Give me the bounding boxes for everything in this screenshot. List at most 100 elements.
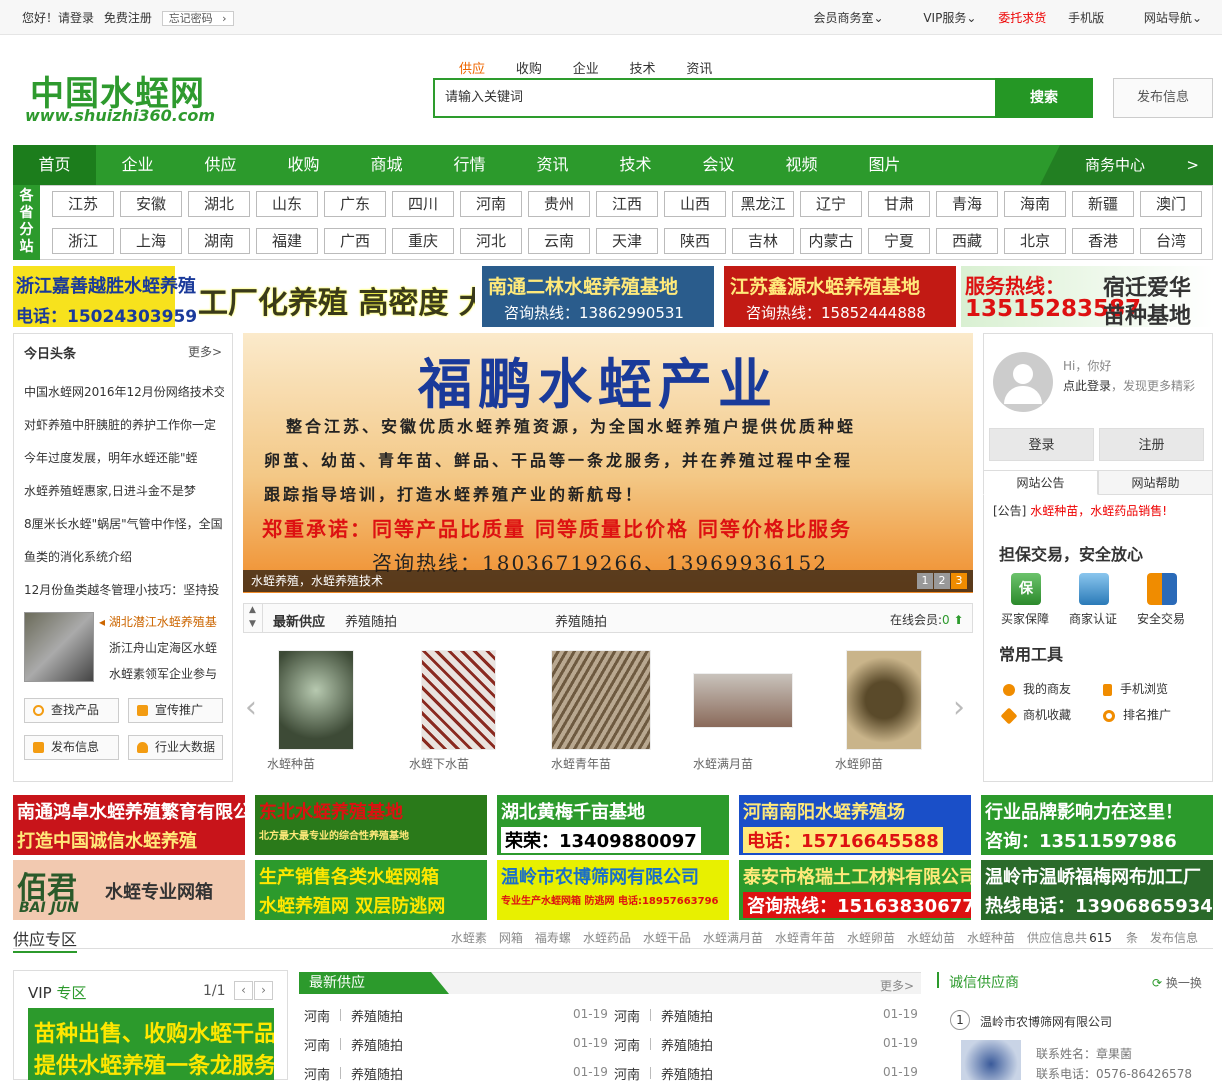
tab-help[interactable]: 网站帮助 xyxy=(1098,470,1213,495)
station-link[interactable]: 辽宁 xyxy=(800,191,862,217)
carousel-prev-icon[interactable]: ‹ xyxy=(245,690,257,725)
ad-banner[interactable]: 生产销售各类水蛭网箱 水蛭养殖网 双层防逃网 xyxy=(255,860,487,920)
news-item[interactable]: 对虾养殖中肝胰脏的养护工作你一定 xyxy=(24,416,224,433)
forgot-password-button[interactable]: 忘记密码 › xyxy=(161,11,234,26)
refresh-button[interactable]: ⟳ 换一换 xyxy=(1152,974,1202,991)
nav-supply[interactable]: 供应 xyxy=(179,145,262,185)
ad-banner[interactable]: 湖北黄梅千亩基地 荣荣：13409880097 xyxy=(497,795,729,855)
list-title[interactable]: 养殖随拍 xyxy=(351,1035,403,1054)
station-link[interactable]: 安徽 xyxy=(120,191,182,217)
ad-banner[interactable]: 佰君 水蛭专业网箱 BAI JUN xyxy=(13,860,245,920)
login-prompt-link[interactable]: 点此登录 xyxy=(1063,379,1111,393)
ad-banner-xinyuan[interactable]: 江苏鑫源水蛭养殖基地 咨询热线：15852444888 xyxy=(724,266,956,327)
nav-video[interactable]: 视频 xyxy=(760,145,843,185)
product-caption[interactable]: 水蛭种苗 xyxy=(267,755,315,772)
tab-farming-photos-2[interactable]: 养殖随拍 xyxy=(555,611,607,630)
ad-banner[interactable]: 南通鸿卓水蛭养殖繁育有限公司 打造中国诚信水蛭养殖 xyxy=(13,795,245,855)
ad-banner-jiashan[interactable]: 浙江嘉善越胜水蛭养殖 电话：15024303959 工厂化养殖 高密度 大克重 xyxy=(13,266,475,327)
station-link[interactable]: 台湾 xyxy=(1140,228,1202,254)
ad-banner[interactable]: 东北水蛭养殖基地 北方最大最专业的综合性养殖基地 xyxy=(255,795,487,855)
list-title[interactable]: 养殖随拍 xyxy=(661,1006,713,1025)
search-tab-supply[interactable]: 供应 xyxy=(459,62,485,77)
category-link[interactable]: 水蛭种苗 xyxy=(967,931,1015,945)
search-tab-company[interactable]: 企业 xyxy=(573,62,599,77)
publish-supply-link[interactable]: 发布信息 xyxy=(1150,931,1198,945)
category-link[interactable]: 水蛭满月苗 xyxy=(703,931,763,945)
category-link[interactable]: 水蛭卵苗 xyxy=(847,931,895,945)
station-link[interactable]: 河南 xyxy=(460,191,522,217)
station-link[interactable]: 上海 xyxy=(120,228,182,254)
news-item[interactable]: 8厘米长水蛭"蜗居"气管中作怪，全国 xyxy=(24,515,224,532)
product-caption[interactable]: 水蛭青年苗 xyxy=(551,755,611,772)
tab-latest-supply[interactable]: 最新供应 xyxy=(273,611,325,630)
station-link[interactable]: 福建 xyxy=(256,228,318,254)
station-link[interactable]: 天津 xyxy=(596,228,658,254)
publish-button[interactable]: 发布信息 xyxy=(1113,78,1213,118)
news-item[interactable]: 今年过度发展，明年水蛭还能"蛭 xyxy=(24,449,224,466)
category-link[interactable]: 水蛭素 xyxy=(451,931,487,945)
news-item[interactable]: 中国水蛭网2016年12月份网络技术交 xyxy=(24,383,224,400)
category-link[interactable]: 水蛭药品 xyxy=(583,931,631,945)
list-title[interactable]: 养殖随拍 xyxy=(351,1006,403,1025)
station-link[interactable]: 山东 xyxy=(256,191,318,217)
station-link[interactable]: 西藏 xyxy=(936,228,998,254)
nav-market[interactable]: 行情 xyxy=(428,145,511,185)
category-link[interactable]: 水蛭青年苗 xyxy=(775,931,835,945)
product-caption[interactable]: 水蛭卵苗 xyxy=(835,755,883,772)
scroll-arrows[interactable]: ▲ ▼ xyxy=(243,603,263,633)
product-image[interactable] xyxy=(551,650,651,750)
station-link[interactable]: 重庆 xyxy=(392,228,454,254)
category-link[interactable]: 福寿螺 xyxy=(535,931,571,945)
station-link[interactable]: 江西 xyxy=(596,191,658,217)
product-caption[interactable]: 水蛭满月苗 xyxy=(693,755,753,772)
category-link[interactable]: 水蛭干品 xyxy=(643,931,691,945)
merchant-verify-label[interactable]: 商家认证 xyxy=(1069,610,1117,627)
featured-news-image[interactable] xyxy=(24,612,94,682)
carousel-next-icon[interactable]: › xyxy=(953,690,965,725)
company-photo[interactable] xyxy=(961,1040,1021,1080)
station-link[interactable]: 广西 xyxy=(324,228,386,254)
ad-banner[interactable]: 泰安市格瑞土工材料有限公司 咨询热线：15163830677 xyxy=(739,860,971,920)
slide-dot-active[interactable]: 3 xyxy=(951,573,967,589)
latest-more-link[interactable]: 更多> xyxy=(880,977,914,994)
ad-banner[interactable]: 温岭市温峤福梅网布加工厂 热线电话：13906865934 xyxy=(981,860,1213,920)
station-link[interactable]: 陕西 xyxy=(664,228,726,254)
logo-url[interactable]: www.shuizhi360.com xyxy=(25,106,215,125)
ad-banner[interactable]: 温岭市农博筛网有限公司 专业生产水蛭网箱 防逃网 电话:18957663796 xyxy=(497,860,729,920)
ad-banner[interactable]: 河南南阳水蛭养殖场 电话：15716645588 xyxy=(739,795,971,855)
slide-dot[interactable]: 2 xyxy=(934,573,950,589)
product-caption[interactable]: 水蛭下水苗 xyxy=(409,755,469,772)
entrust-link[interactable]: 委托求货 xyxy=(998,11,1046,25)
station-link[interactable]: 山西 xyxy=(664,191,726,217)
station-link[interactable]: 贵州 xyxy=(528,191,590,217)
station-link[interactable]: 北京 xyxy=(1004,228,1066,254)
ranking-tool[interactable]: 排名推广 xyxy=(1103,706,1171,723)
search-button[interactable]: 搜索 xyxy=(995,78,1093,118)
vip-next-icon[interactable]: › xyxy=(254,981,273,1000)
station-link[interactable]: 湖北 xyxy=(188,191,250,217)
vip-service-link[interactable]: VIP服务⌄ xyxy=(905,11,976,25)
headlines-more-link[interactable]: 更多> xyxy=(188,343,222,360)
vip-prev-icon[interactable]: ‹ xyxy=(234,981,253,1000)
business-center-link[interactable]: 商务中心 > xyxy=(1040,145,1213,185)
notice-item[interactable]: [公告] 水蛭种苗，水蛭药品销售! xyxy=(993,502,1167,519)
list-title[interactable]: 养殖随拍 xyxy=(661,1064,713,1083)
station-link[interactable]: 广东 xyxy=(324,191,386,217)
nav-mall[interactable]: 商城 xyxy=(345,145,428,185)
station-link[interactable]: 吉林 xyxy=(732,228,794,254)
search-tab-purchase[interactable]: 收购 xyxy=(516,62,542,77)
news-item[interactable]: 12月份鱼类越冬管理小技巧：坚持投 xyxy=(24,581,224,598)
find-product-button[interactable]: 查找产品 xyxy=(24,698,119,723)
promote-button[interactable]: 宣传推广 xyxy=(128,698,223,723)
product-image[interactable] xyxy=(278,650,354,750)
company-link[interactable]: 温岭市农博筛网有限公司 xyxy=(980,1013,1112,1030)
ad-banner-aihua[interactable]: 服务热线： 13515283587 宿迁爱华 苗种基地 xyxy=(961,266,1213,327)
station-link[interactable]: 澳门 xyxy=(1140,191,1202,217)
nav-tech[interactable]: 技术 xyxy=(594,145,677,185)
station-link[interactable]: 新疆 xyxy=(1072,191,1134,217)
login-link[interactable]: 您好！请登录 xyxy=(22,11,94,25)
station-link[interactable]: 江苏 xyxy=(52,191,114,217)
big-data-button[interactable]: 行业大数据 xyxy=(128,735,223,760)
ad-banner-nantong[interactable]: 南通二林水蛭养殖基地 咨询热线：13862990531 xyxy=(482,266,714,327)
list-title[interactable]: 养殖随拍 xyxy=(661,1035,713,1054)
